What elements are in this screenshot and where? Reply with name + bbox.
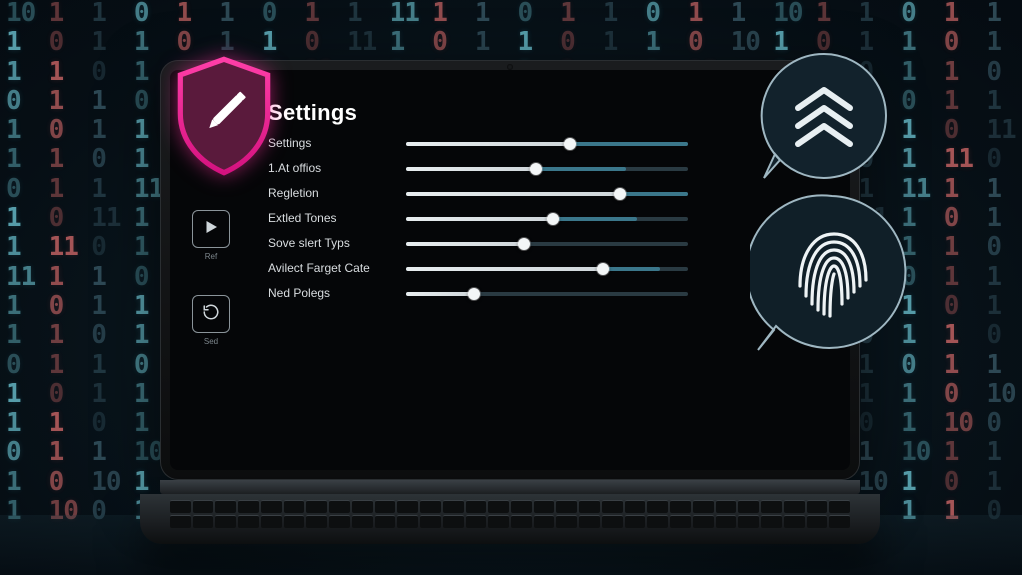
security-shield-badge <box>172 56 276 176</box>
settings-row-label: Avilect Farget Cate <box>268 261 388 276</box>
sidebar-button-caption: Ref <box>205 252 217 261</box>
slider[interactable] <box>406 292 688 296</box>
sidebar-button-caption: Sed <box>204 337 218 346</box>
settings-row: Ned Polegs <box>268 286 688 301</box>
settings-row: 1.At offios <box>268 161 688 176</box>
settings-row: Regletion <box>268 186 688 201</box>
slider-knob[interactable] <box>530 163 542 175</box>
slider[interactable] <box>406 167 688 171</box>
settings-row: Avilect Farget Cate <box>268 261 688 276</box>
slider[interactable] <box>406 192 688 196</box>
play-icon <box>202 218 220 241</box>
sidebar-button[interactable] <box>192 295 230 333</box>
slider-knob[interactable] <box>597 263 609 275</box>
rank-bubble <box>758 50 890 182</box>
refresh-icon <box>202 303 220 326</box>
biometric-bubble <box>750 190 914 354</box>
settings-row-label: 1.At offios <box>268 161 388 176</box>
laptop-keyboard <box>140 494 880 544</box>
settings-row-label: Settings <box>268 136 388 151</box>
settings-row-label: Extled Tones <box>268 211 388 226</box>
page-title: Settings <box>268 100 826 126</box>
slider[interactable] <box>406 142 688 146</box>
settings-row: Settings <box>268 136 688 151</box>
slider-knob[interactable] <box>518 238 530 250</box>
slider-knob[interactable] <box>564 138 576 150</box>
settings-list: Settings 1.At offios Regletion Extled Tones… <box>268 136 688 301</box>
slider-knob[interactable] <box>614 188 626 200</box>
slider[interactable] <box>406 267 688 271</box>
settings-row-label: Sove slert Typs <box>268 236 388 251</box>
settings-row: Sove slert Typs <box>268 236 688 251</box>
slider-knob[interactable] <box>547 213 559 225</box>
slider[interactable] <box>406 242 688 246</box>
settings-row-label: Regletion <box>268 186 388 201</box>
settings-row-label: Ned Polegs <box>268 286 388 301</box>
slider[interactable] <box>406 217 688 221</box>
screen-sidebar: Ref Sed <box>192 210 230 346</box>
slider-knob[interactable] <box>468 288 480 300</box>
settings-row: Extled Tones <box>268 211 688 226</box>
sidebar-button[interactable] <box>192 210 230 248</box>
